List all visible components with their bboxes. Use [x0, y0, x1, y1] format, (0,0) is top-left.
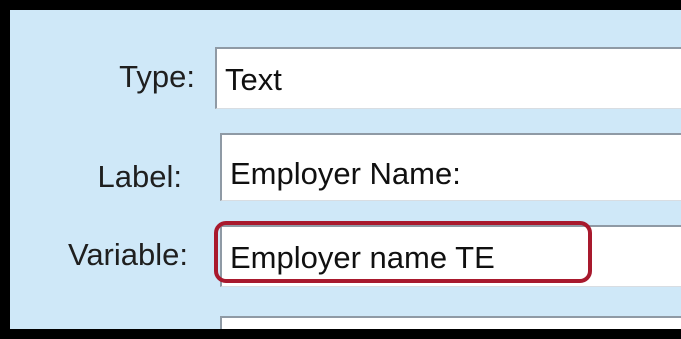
- variable-field[interactable]: Employer name TE: [220, 225, 681, 287]
- type-label: Type:: [119, 59, 195, 94]
- label-field[interactable]: Employer Name:: [220, 133, 681, 201]
- field-properties-panel: Type: Text Label: Employer Name: Variabl…: [10, 10, 681, 329]
- label-label: Label:: [97, 159, 182, 194]
- variable-label: Variable:: [67, 237, 188, 272]
- next-row-label-partial: [46, 310, 186, 329]
- next-field-partial[interactable]: [220, 316, 681, 329]
- screenshot-frame: Type: Text Label: Employer Name: Variabl…: [0, 0, 681, 339]
- type-field[interactable]: Text: [215, 47, 681, 109]
